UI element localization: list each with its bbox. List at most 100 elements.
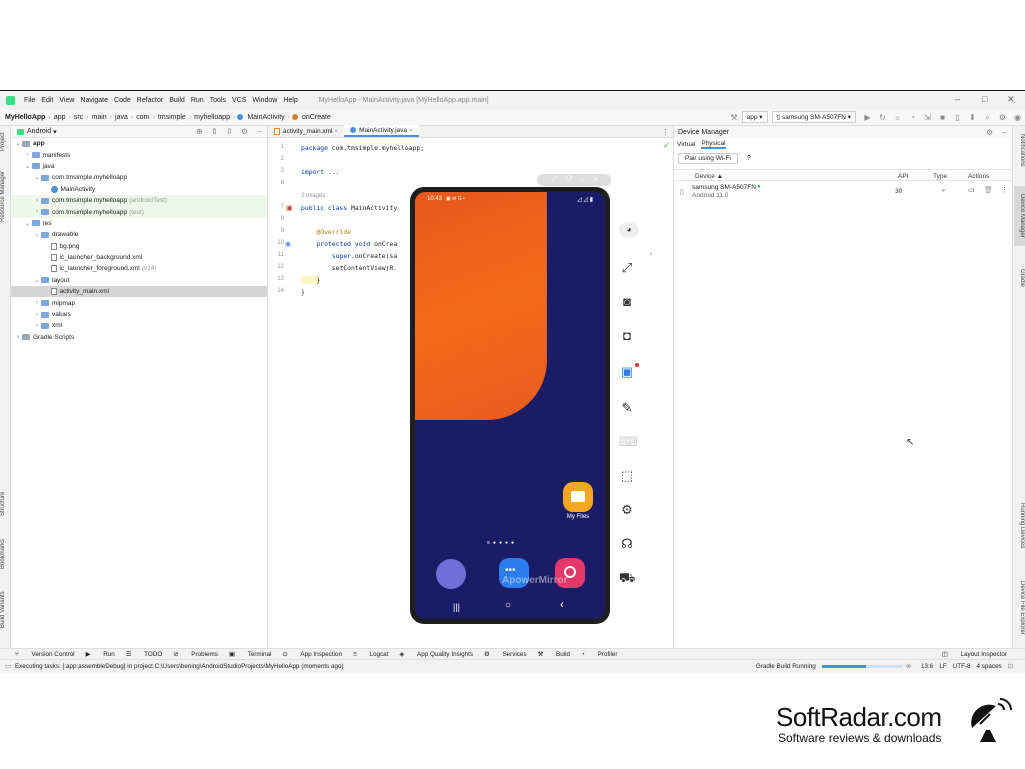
collapse-sidebar-icon[interactable]: ‹ <box>643 246 659 262</box>
run-config-select[interactable]: app ▾ <box>741 111 768 123</box>
project-tree-item[interactable]: ⌄ drawable <box>11 229 267 240</box>
gradle-status[interactable]: Gradle Build Running <box>756 663 816 670</box>
project-tree-item[interactable]: › mipmap <box>11 297 267 308</box>
tool-problems[interactable]: ⊘ Problems <box>173 651 218 658</box>
chevron-down-icon[interactable]: ⌄ <box>24 220 32 227</box>
close-tab-icon[interactable]: × <box>409 127 413 134</box>
project-tree-item[interactable]: ic_launcher_background.xml <box>11 252 267 263</box>
project-tree-item[interactable]: ⌄ app <box>11 138 267 149</box>
column-actions[interactable]: Actions <box>968 173 989 180</box>
project-tree-item[interactable]: › com.tmsimple.myhelloapp (test) <box>11 206 267 218</box>
menu-navigate[interactable]: Navigate <box>77 97 111 104</box>
project-tree-item[interactable]: MainActivity <box>11 184 267 195</box>
menu-code[interactable]: Code <box>111 97 134 104</box>
breadcrumb-com[interactable]: com <box>134 114 151 121</box>
tool-build[interactable]: ⚒ Build <box>538 651 570 658</box>
sdk-manager-icon[interactable]: ⬇ <box>968 113 977 122</box>
tool-device-file-explorer[interactable]: Device File Explorer <box>1014 574 1025 642</box>
chevron-right-icon[interactable]: › <box>33 198 41 204</box>
breadcrumb-project[interactable]: MyHelloApp <box>0 114 47 121</box>
cast-icon[interactable]: ▣ <box>619 364 635 380</box>
gear-icon[interactable]: ⚙ <box>240 127 249 136</box>
status-task[interactable]: Executing tasks: [:app:assembleDebug] in… <box>15 663 344 670</box>
caret-position[interactable]: 13:6 <box>921 663 933 670</box>
hide-panel-icon[interactable]: – <box>255 127 264 136</box>
chevron-right-icon[interactable]: › <box>24 152 32 158</box>
menu-edit[interactable]: Edit <box>38 97 56 104</box>
collapse-all-icon[interactable]: ⇳ <box>225 127 234 136</box>
line-separator[interactable]: LF <box>939 663 946 670</box>
my-files-app-icon[interactable] <box>563 482 593 512</box>
project-tree-item[interactable]: › com.tmsimple.myhelloapp (androidTest) <box>11 194 267 207</box>
chevron-down-icon[interactable]: ⌄ <box>24 163 32 170</box>
tool-app-inspection[interactable]: ⊙ App Inspection <box>282 651 342 658</box>
screenshot-icon[interactable]: ◙ <box>619 294 635 310</box>
device-manager-icon[interactable]: ▯ <box>953 113 962 122</box>
internet-app-icon[interactable] <box>436 559 466 589</box>
crop-icon[interactable]: ⬚ <box>619 468 635 484</box>
attach-debugger-icon[interactable]: ⇲ <box>923 113 932 122</box>
tool-run[interactable]: ▶ Run <box>86 651 115 658</box>
device-select[interactable]: ▯ samsung SM-A507FN ▾ <box>771 111 856 123</box>
tool-resource-manager[interactable]: Resource Manager <box>0 166 11 226</box>
project-tree-item[interactable]: activity_main.xml <box>11 286 267 298</box>
maximize-icon[interactable]: □ <box>982 94 987 104</box>
tool-profiler[interactable]: ◔ Profiler <box>581 651 618 658</box>
rerun-icon[interactable]: ↻ <box>878 113 887 122</box>
more-actions-icon[interactable]: ⋮ <box>1001 186 1008 194</box>
mirror-window-controls[interactable]: ⤢⟳–✕ <box>552 176 606 184</box>
project-tree-item[interactable]: ⌄ res <box>11 218 267 229</box>
chevron-right-icon[interactable]: › <box>14 334 22 340</box>
breadcrumb-app[interactable]: app <box>52 114 68 121</box>
tool-notifications[interactable]: Notifications <box>1014 130 1025 170</box>
tool-app-quality-insights[interactable]: ◈ App Quality Insights <box>399 651 473 658</box>
status-toggle-icon[interactable]: ▭ <box>5 663 11 670</box>
tool-structure[interactable]: Structure <box>0 486 11 522</box>
file-encoding[interactable]: UTF-8 <box>953 663 971 670</box>
tool-running-devices[interactable]: Running Devices <box>1014 496 1025 556</box>
project-tree-item[interactable]: ic_launcher_foreground.xml (v24) <box>11 263 267 274</box>
support-headset-icon[interactable]: ☊ <box>619 536 635 552</box>
back-button[interactable]: ‹ <box>560 599 564 611</box>
chevron-down-icon[interactable]: ⌄ <box>33 277 41 284</box>
lock-icon[interactable]: ⊡ <box>1008 663 1013 670</box>
tool-project[interactable]: Project <box>0 130 11 154</box>
menu-view[interactable]: View <box>56 97 77 104</box>
close-tab-icon[interactable]: × <box>334 128 338 135</box>
column-device[interactable]: Device ▲ <box>695 173 723 180</box>
chevron-down-icon[interactable]: ⌄ <box>14 140 22 147</box>
search-icon[interactable]: ⌕ <box>983 113 992 122</box>
chevron-right-icon[interactable]: › <box>33 209 41 215</box>
run-gutter-icon[interactable]: ▣ <box>286 204 293 212</box>
menu-build[interactable]: Build <box>166 97 188 104</box>
record-icon[interactable]: ◘ <box>619 328 635 344</box>
phone-mirror[interactable]: 10:43 ▣ ✉ G • ◿ ◿ ▮ My Files ≡●●●● ••• A… <box>410 187 610 624</box>
chevron-right-icon[interactable]: › <box>33 300 41 306</box>
whiteboard-pen-icon[interactable]: ✎ <box>619 400 635 416</box>
cart-icon[interactable]: ⛟ <box>619 570 635 586</box>
breadcrumb-src[interactable]: src <box>72 114 85 121</box>
home-button[interactable]: ○ <box>505 600 511 611</box>
tool-logcat[interactable]: ≡ Logcat <box>353 651 388 658</box>
menu-vcs[interactable]: VCS <box>229 97 249 104</box>
usages-hint[interactable]: 2 usages <box>301 193 325 199</box>
menu-run[interactable]: Run <box>188 97 207 104</box>
mirror-avatar-icon[interactable]: ◕ <box>619 222 639 238</box>
chevron-down-icon[interactable]: ⌄ <box>33 231 41 238</box>
project-tree-item[interactable]: bg.png <box>11 241 267 252</box>
tool-todo[interactable]: ☰ TODO <box>126 651 162 658</box>
fullscreen-icon[interactable]: ⤢ <box>619 260 635 276</box>
more-tabs-icon[interactable]: ⋮ <box>661 128 670 137</box>
project-tree-item[interactable]: › values <box>11 309 267 320</box>
tool-device-manager[interactable]: Device Manager <box>1014 186 1025 246</box>
project-tree-item[interactable]: › xml <box>11 320 267 331</box>
hammer-icon[interactable]: ⚒ <box>730 113 739 122</box>
breadcrumb-oncreate[interactable]: onCreate <box>300 114 333 121</box>
recents-button[interactable]: ||| <box>453 602 460 612</box>
device-row[interactable]: ▯ samsung SM-A507FN ● Android 11.0 30 ⌖ … <box>674 181 1012 203</box>
project-tree-item[interactable]: ⌄ com.tmsimple.myhelloapp <box>11 172 267 183</box>
run-icon[interactable]: ▶ <box>863 113 872 122</box>
minimize-icon[interactable]: – <box>955 94 960 104</box>
folder-icon[interactable]: ▭ <box>968 186 975 194</box>
tab-physical[interactable]: Physical <box>701 140 726 149</box>
